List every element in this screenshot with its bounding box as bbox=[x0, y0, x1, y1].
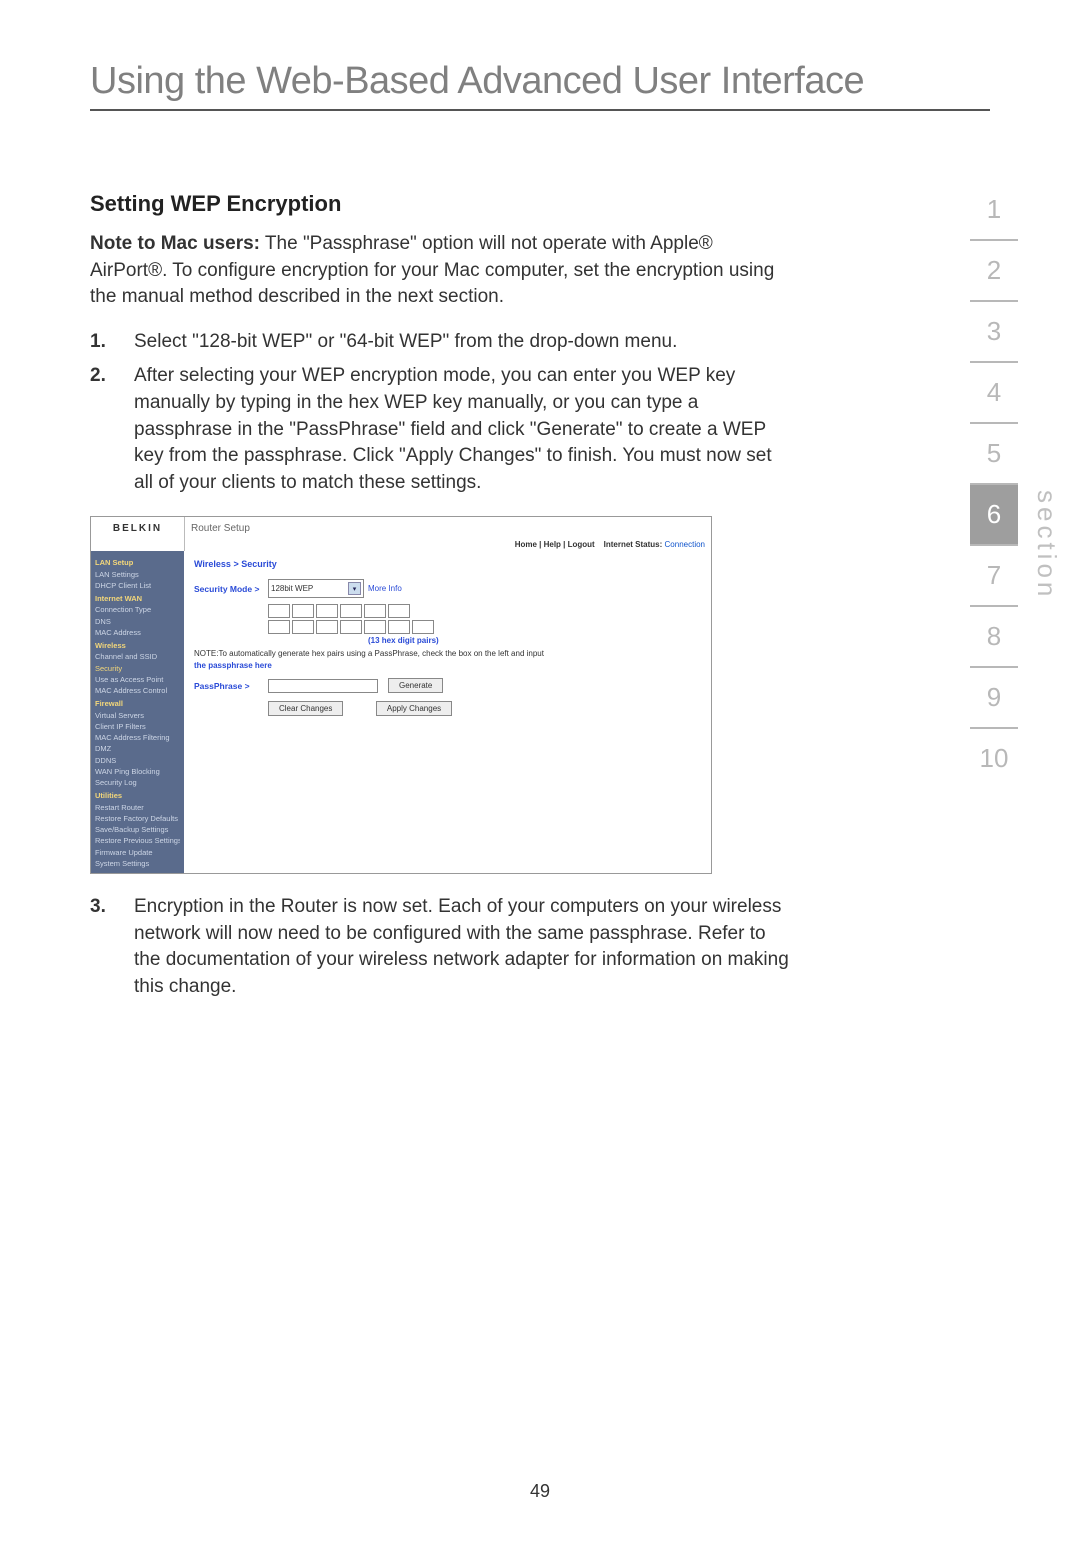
hex-input[interactable] bbox=[316, 604, 338, 618]
hex-input[interactable] bbox=[292, 604, 314, 618]
section-label: section bbox=[1031, 490, 1062, 600]
sidebar-item-client-ip-filters[interactable]: Client IP Filters bbox=[95, 721, 180, 732]
sidebar-group-firewall: Firewall bbox=[95, 698, 180, 709]
steps-list-continued: 3. Encryption in the Router is now set. … bbox=[90, 894, 790, 1000]
section-nav-7[interactable]: 7 bbox=[970, 546, 1018, 607]
hex-input[interactable] bbox=[364, 604, 386, 618]
sidebar-item-mac-control[interactable]: MAC Address Control bbox=[95, 685, 180, 696]
page-title: Using the Web-Based Advanced User Interf… bbox=[90, 60, 990, 103]
header-meta: Home | Help | Logout Internet Status: Co… bbox=[515, 540, 705, 549]
sidebar-item-lan-settings[interactable]: LAN Settings bbox=[95, 569, 180, 580]
section-nav-4[interactable]: 4 bbox=[970, 363, 1018, 424]
sidebar-item-restart[interactable]: Restart Router bbox=[95, 802, 180, 813]
sidebar-item-connection-type[interactable]: Connection Type bbox=[95, 604, 180, 615]
title-rule bbox=[90, 109, 990, 111]
sidebar-group-wan: Internet WAN bbox=[95, 593, 180, 604]
hex-input[interactable] bbox=[340, 604, 362, 618]
hex-input[interactable] bbox=[340, 620, 362, 634]
sidebar-item-restore-previous[interactable]: Restore Previous Settings bbox=[95, 835, 180, 846]
section-nav-10[interactable]: 10 bbox=[970, 729, 1018, 788]
hex-row-1 bbox=[268, 604, 701, 618]
passphrase-input[interactable] bbox=[268, 679, 378, 693]
sidebar-item-security[interactable]: Security bbox=[95, 663, 180, 674]
generate-button[interactable]: Generate bbox=[388, 678, 443, 693]
sidebar-group-utilities: Utilities bbox=[95, 790, 180, 801]
sidebar-group-lan: LAN Setup bbox=[95, 557, 180, 568]
hex-input[interactable] bbox=[268, 620, 290, 634]
sidebar-item-use-as-ap[interactable]: Use as Access Point bbox=[95, 674, 180, 685]
sidebar-item-dns[interactable]: DNS bbox=[95, 616, 180, 627]
page-number: 49 bbox=[0, 1481, 1080, 1502]
subheading: Setting WEP Encryption bbox=[90, 191, 790, 217]
sidebar-group-wireless: Wireless bbox=[95, 640, 180, 651]
sidebar-item-firmware-update[interactable]: Firmware Update bbox=[95, 847, 180, 858]
step-text: Select "128-bit WEP" or "64-bit WEP" fro… bbox=[134, 329, 790, 356]
section-nav-3[interactable]: 3 bbox=[970, 302, 1018, 363]
security-mode-select[interactable]: 128bit WEP ▾ bbox=[268, 579, 364, 598]
brand-logo: BELKIN bbox=[91, 517, 185, 551]
hex-input[interactable] bbox=[292, 620, 314, 634]
sidebar-item-system-settings[interactable]: System Settings bbox=[95, 858, 180, 869]
sidebar-item-mac-filtering[interactable]: MAC Address Filtering bbox=[95, 732, 180, 743]
sidebar-item-wan-ping[interactable]: WAN Ping Blocking bbox=[95, 766, 180, 777]
note-label: Note to Mac users: bbox=[90, 233, 260, 254]
step-3: 3. Encryption in the Router is now set. … bbox=[90, 894, 790, 1000]
section-nav-1[interactable]: 1 bbox=[970, 180, 1018, 241]
meta-links[interactable]: Home | Help | Logout bbox=[515, 540, 595, 549]
hex-input[interactable] bbox=[268, 604, 290, 618]
step-text: Encryption in the Router is now set. Eac… bbox=[134, 894, 790, 1000]
section-nav-9[interactable]: 9 bbox=[970, 668, 1018, 729]
router-main-panel: Wireless > Security Security Mode > 128b… bbox=[184, 551, 711, 873]
main-content: Setting WEP Encryption Note to Mac users… bbox=[90, 191, 790, 1000]
steps-list: 1. Select "128-bit WEP" or "64-bit WEP" … bbox=[90, 329, 790, 497]
passphrase-note-2: the passphrase here bbox=[194, 661, 701, 670]
sidebar-item-channel-ssid[interactable]: Channel and SSID bbox=[95, 651, 180, 662]
more-info-link[interactable]: More Info bbox=[368, 584, 402, 593]
router-sidebar: LAN Setup LAN Settings DHCP Client List … bbox=[91, 551, 184, 873]
breadcrumb: Wireless > Security bbox=[194, 559, 701, 569]
router-screenshot: BELKIN Router Setup Home | Help | Logout… bbox=[90, 516, 712, 874]
section-nav: 1 2 3 4 5 6 7 8 9 10 bbox=[970, 180, 1018, 788]
hex-caption: (13 hex digit pairs) bbox=[368, 636, 701, 645]
hex-input[interactable] bbox=[412, 620, 434, 634]
sidebar-item-dmz[interactable]: DMZ bbox=[95, 743, 180, 754]
hex-input[interactable] bbox=[388, 604, 410, 618]
internet-status-value: Connection bbox=[665, 540, 705, 549]
router-setup-title: Router Setup bbox=[191, 523, 705, 534]
note-paragraph: Note to Mac users: The "Passphrase" opti… bbox=[90, 231, 790, 311]
sidebar-item-restore-defaults[interactable]: Restore Factory Defaults bbox=[95, 813, 180, 824]
clear-changes-button[interactable]: Clear Changes bbox=[268, 701, 343, 716]
step-1: 1. Select "128-bit WEP" or "64-bit WEP" … bbox=[90, 329, 790, 356]
security-mode-label: Security Mode > bbox=[194, 584, 268, 594]
sidebar-item-save-backup[interactable]: Save/Backup Settings bbox=[95, 824, 180, 835]
step-2: 2. After selecting your WEP encryption m… bbox=[90, 363, 790, 496]
section-nav-6[interactable]: 6 bbox=[970, 485, 1018, 546]
passphrase-note: NOTE:To automatically generate hex pairs… bbox=[194, 649, 701, 658]
hex-input[interactable] bbox=[364, 620, 386, 634]
chevron-down-icon: ▾ bbox=[348, 582, 361, 595]
sidebar-item-dhcp[interactable]: DHCP Client List bbox=[95, 580, 180, 591]
sidebar-item-ddns[interactable]: DDNS bbox=[95, 755, 180, 766]
step-text: After selecting your WEP encryption mode… bbox=[134, 363, 790, 496]
apply-changes-button[interactable]: Apply Changes bbox=[376, 701, 452, 716]
sidebar-item-security-log[interactable]: Security Log bbox=[95, 777, 180, 788]
sidebar-item-virtual-servers[interactable]: Virtual Servers bbox=[95, 710, 180, 721]
passphrase-label: PassPhrase > bbox=[194, 681, 268, 691]
section-nav-2[interactable]: 2 bbox=[970, 241, 1018, 302]
section-nav-8[interactable]: 8 bbox=[970, 607, 1018, 668]
hex-row-2 bbox=[268, 620, 701, 634]
hex-input[interactable] bbox=[388, 620, 410, 634]
security-mode-value: 128bit WEP bbox=[271, 584, 313, 593]
internet-status-label: Internet Status: bbox=[604, 540, 663, 549]
section-nav-5[interactable]: 5 bbox=[970, 424, 1018, 485]
step-number: 3. bbox=[90, 894, 134, 1000]
sidebar-item-mac-address[interactable]: MAC Address bbox=[95, 627, 180, 638]
step-number: 2. bbox=[90, 363, 134, 496]
hex-input[interactable] bbox=[316, 620, 338, 634]
step-number: 1. bbox=[90, 329, 134, 356]
